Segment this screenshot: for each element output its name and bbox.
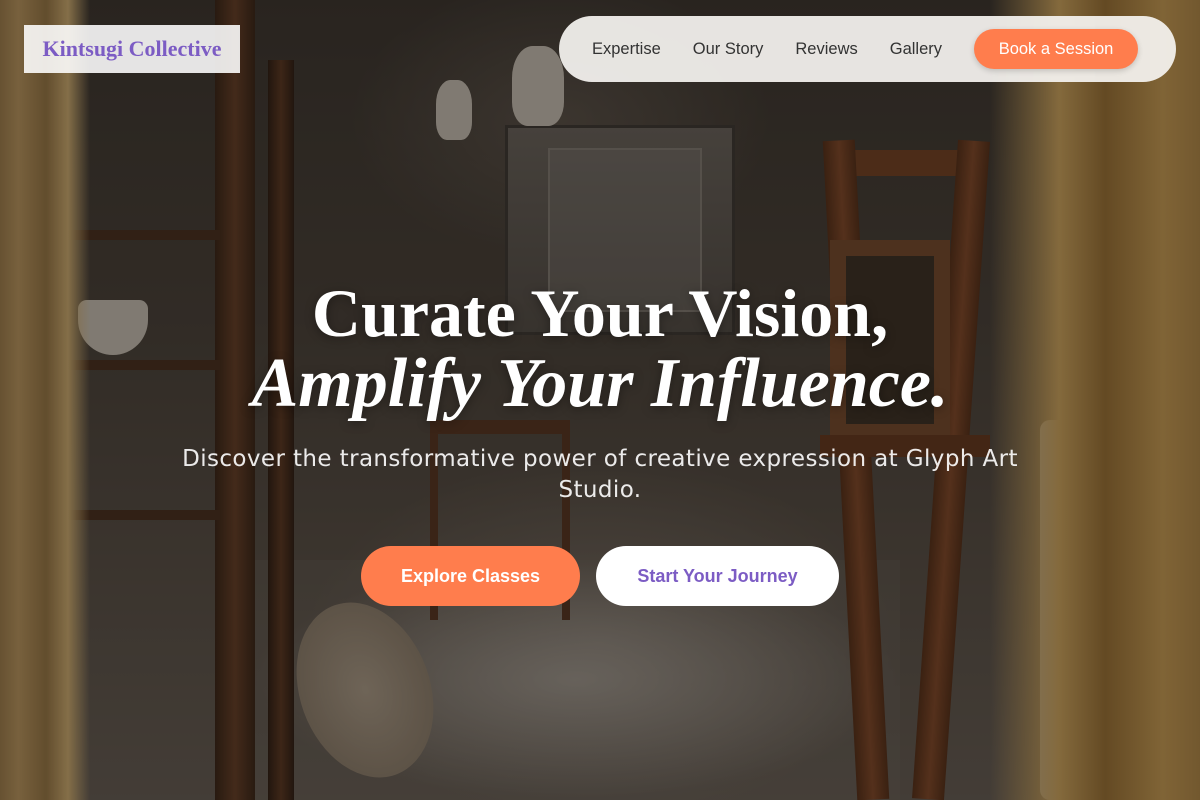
explore-classes-button[interactable]: Explore Classes (361, 546, 580, 606)
hero-headline-line1: Curate Your Vision, (311, 275, 889, 351)
nav-link-our-story[interactable]: Our Story (693, 40, 764, 59)
book-session-button[interactable]: Book a Session (974, 29, 1139, 69)
nav-link-reviews[interactable]: Reviews (795, 40, 857, 59)
hero-headline-line2: Amplify Your Influence. (251, 345, 949, 422)
start-journey-button[interactable]: Start Your Journey (596, 546, 839, 606)
nav-link-gallery[interactable]: Gallery (890, 40, 942, 59)
main-navigation: Expertise Our Story Reviews Gallery Book… (559, 16, 1176, 82)
hero-subtitle: Discover the transformative power of cre… (182, 446, 1018, 503)
nav-link-expertise[interactable]: Expertise (592, 40, 661, 59)
brand-logo[interactable]: Kintsugi Collective (24, 25, 240, 73)
